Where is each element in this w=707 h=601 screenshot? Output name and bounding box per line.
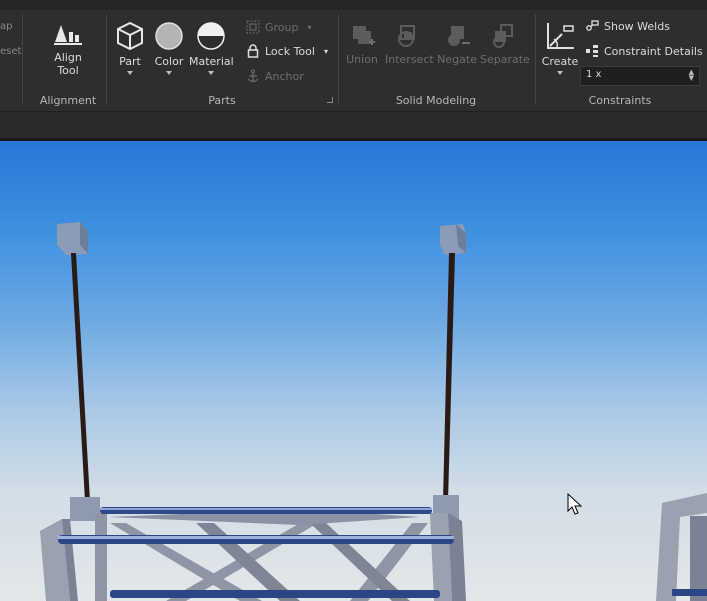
- constraint-scale-select[interactable]: 1 x ▲ ▼: [580, 66, 700, 86]
- truss-inner-post: [95, 513, 107, 601]
- color-button[interactable]: Color: [151, 20, 187, 75]
- create-constraint-button[interactable]: Create: [540, 20, 580, 75]
- material-label: Material: [189, 55, 234, 68]
- group-button[interactable]: Group ▾: [246, 20, 312, 34]
- scene-render: [40, 222, 707, 601]
- part-button[interactable]: Part: [112, 20, 148, 75]
- part-cube-icon: [117, 21, 143, 51]
- truss-right-partial-rail: [672, 589, 707, 596]
- separate-label: Separate: [480, 53, 530, 66]
- union-button[interactable]: Union: [342, 22, 382, 66]
- truss-rail-highlight: [58, 536, 454, 539]
- material-sphere-icon: [197, 22, 225, 50]
- spinner-arrows-icon[interactable]: ▲ ▼: [689, 69, 694, 82]
- ribbon-lower-bar: [0, 111, 707, 139]
- separator: [535, 14, 536, 104]
- anchor-label: Anchor: [265, 69, 304, 83]
- chevron-down-icon[interactable]: [127, 71, 133, 75]
- part-label: Part: [119, 55, 141, 68]
- anchor-icon: [247, 69, 259, 83]
- color-label: Color: [154, 55, 184, 68]
- show-welds-icon: [586, 20, 599, 31]
- lock-icon: [247, 44, 259, 58]
- right-pole-rod: [443, 253, 455, 501]
- truss-rail-highlight: [100, 508, 432, 510]
- anchor-button[interactable]: Anchor: [246, 69, 304, 83]
- color-swatch-icon: [155, 22, 183, 50]
- mouse-cursor-icon: [567, 492, 583, 515]
- cut-off-label-top: ap: [0, 21, 13, 32]
- negate-icon: [448, 26, 470, 46]
- group-icon: [246, 20, 260, 34]
- group-label: Group: [265, 20, 299, 34]
- constraint-scale-value: 1 x: [586, 69, 602, 80]
- show-welds-button[interactable]: Show Welds: [585, 19, 670, 33]
- negate-button[interactable]: Negate: [436, 22, 478, 66]
- create-constraint-icon: [547, 23, 574, 49]
- group-title-parts: Parts: [208, 94, 236, 107]
- union-icon: [353, 26, 375, 45]
- constraint-details-button[interactable]: Constraint Details: [585, 44, 703, 58]
- left-pole-rod: [71, 253, 90, 501]
- separate-icon: [493, 24, 513, 48]
- align-tool-label-1: Align: [54, 51, 82, 64]
- lock-tool-button[interactable]: Lock Tool ▾: [246, 44, 328, 58]
- chevron-down-icon[interactable]: [166, 71, 172, 75]
- lock-tool-label: Lock Tool: [265, 44, 315, 58]
- union-label: Union: [346, 53, 378, 66]
- chevron-down-icon[interactable]: [208, 71, 214, 75]
- show-welds-label: Show Welds: [604, 19, 670, 33]
- group-title-solid-modeling: Solid Modeling: [395, 94, 477, 107]
- group-title-alignment: Alignment: [39, 94, 97, 107]
- intersect-icon: [398, 25, 415, 47]
- window-top-strip: [0, 0, 707, 10]
- separator: [106, 14, 107, 104]
- truss-rail-bottom: [110, 590, 440, 598]
- align-tool-icon: [54, 25, 82, 45]
- separator: [338, 14, 339, 104]
- separate-button[interactable]: Separate: [480, 22, 530, 66]
- 3d-viewport[interactable]: [0, 141, 707, 601]
- truss-right-partial-post: [690, 516, 707, 601]
- negate-label: Negate: [437, 53, 477, 66]
- constraint-details-label: Constraint Details: [604, 44, 703, 58]
- group-title-constraints: Constraints: [588, 94, 652, 107]
- cut-off-label-bottom: eset: [0, 46, 22, 57]
- intersect-label: Intersect: [385, 53, 434, 66]
- constraint-details-icon: [586, 45, 598, 57]
- create-label: Create: [541, 55, 579, 68]
- expand-corner-icon[interactable]: [327, 97, 333, 103]
- chevron-down-icon[interactable]: [557, 71, 563, 75]
- align-tool-button[interactable]: Align Tool: [44, 22, 92, 77]
- align-tool-label-2: Tool: [57, 64, 79, 77]
- intersect-button[interactable]: Intersect: [385, 22, 434, 66]
- chevron-down-icon: ▾: [307, 22, 312, 32]
- material-button[interactable]: Material: [189, 20, 234, 75]
- separator: [22, 14, 23, 104]
- chevron-down-icon: ▾: [323, 46, 328, 56]
